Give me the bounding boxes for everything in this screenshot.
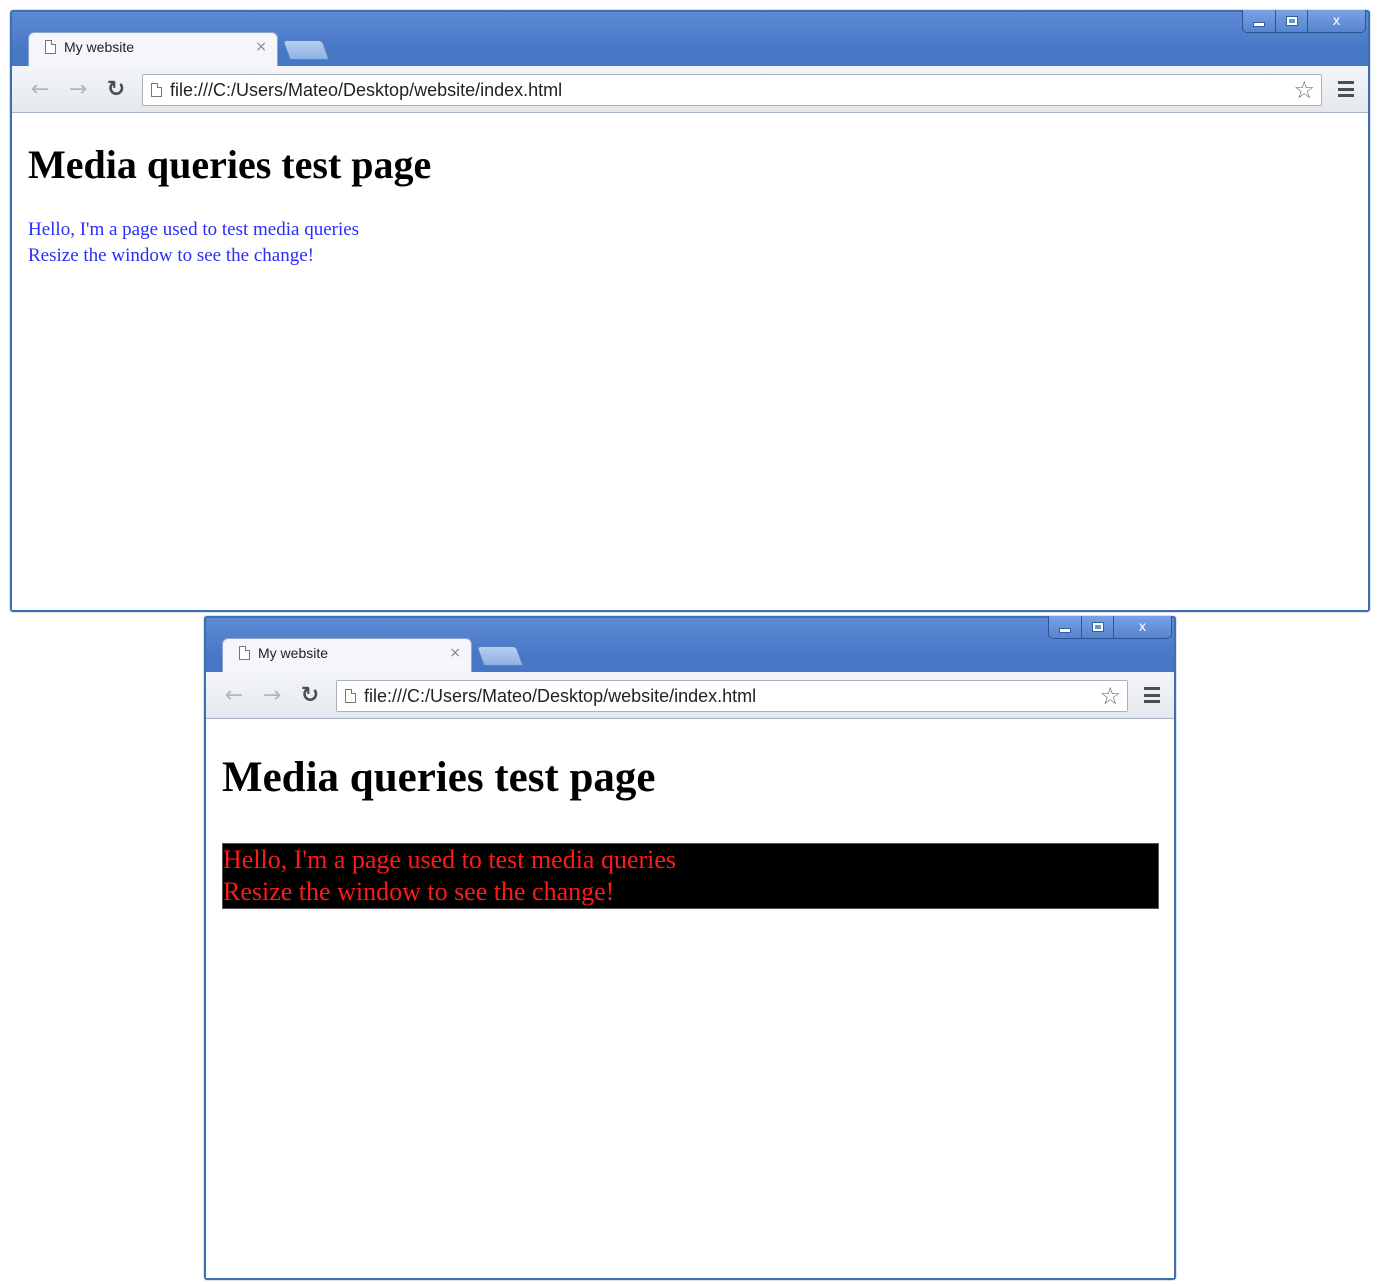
window-controls: x (1242, 10, 1366, 33)
url-text[interactable]: file:///C:/Users/Mateo/Desktop/website/i… (170, 80, 1293, 101)
browser-window-wide: x My website × ← → ↻ file:///C:/Users/Ma… (10, 10, 1370, 612)
maximize-icon (1285, 16, 1298, 26)
tab-my-website[interactable]: My website × (222, 638, 472, 674)
back-arrow-icon[interactable]: ← (220, 682, 248, 708)
url-text[interactable]: file:///C:/Users/Mateo/Desktop/website/i… (364, 686, 1099, 707)
message-line: Resize the window to see the change! (28, 245, 314, 266)
page-heading: Media queries test page (28, 142, 432, 187)
title-bar: x My website × (12, 10, 1368, 68)
reload-icon[interactable]: ↻ (296, 682, 324, 708)
page-heading: Media queries test page (222, 754, 656, 801)
star-icon[interactable]: ☆ (1293, 76, 1315, 104)
page-icon (45, 40, 56, 54)
new-tab-button[interactable] (282, 40, 330, 60)
new-tab-button[interactable] (476, 646, 524, 666)
tab-close-icon[interactable]: × (255, 39, 267, 55)
minimize-icon (1253, 21, 1265, 27)
browser-toolbar: ← → ↻ file:///C:/Users/Mateo/Desktop/web… (12, 66, 1368, 113)
page-icon (345, 689, 356, 703)
close-window-button[interactable]: x (1307, 10, 1365, 32)
message-line: Hello, I'm a page used to test media que… (223, 845, 677, 874)
message-line: Hello, I'm a page used to test media que… (28, 219, 360, 240)
window-controls: x (1048, 616, 1172, 639)
minimize-icon (1059, 627, 1071, 633)
forward-arrow-icon[interactable]: → (258, 682, 286, 708)
minimize-button[interactable] (1243, 10, 1275, 32)
message-line: Resize the window to see the change! (223, 877, 615, 906)
message-box: Hello, I'm a page used to test media que… (222, 843, 1159, 909)
page-icon (239, 646, 250, 660)
tab-my-website[interactable]: My website × (28, 32, 278, 68)
close-window-button[interactable]: x (1113, 616, 1171, 638)
maximize-icon (1091, 622, 1104, 632)
page-viewport: Media queries test page Hello, I'm a pag… (206, 719, 1174, 1278)
address-bar[interactable]: file:///C:/Users/Mateo/Desktop/website/i… (142, 74, 1322, 106)
maximize-button[interactable] (1081, 616, 1113, 638)
reload-icon[interactable]: ↻ (102, 76, 130, 102)
menu-icon[interactable] (1338, 81, 1354, 97)
tab-title: My website (258, 645, 329, 661)
star-icon[interactable]: ☆ (1099, 682, 1121, 710)
browser-window-narrow: x My website × ← → ↻ file:///C:/Users/Ma… (204, 616, 1176, 1280)
forward-arrow-icon[interactable]: → (64, 76, 92, 102)
page-icon (151, 83, 162, 97)
page-viewport: Media queries test page Hello, I'm a pag… (12, 113, 1368, 610)
maximize-button[interactable] (1275, 10, 1307, 32)
title-bar: x My website × (206, 616, 1174, 674)
back-arrow-icon[interactable]: ← (26, 76, 54, 102)
browser-toolbar: ← → ↻ file:///C:/Users/Mateo/Desktop/web… (206, 672, 1174, 719)
address-bar[interactable]: file:///C:/Users/Mateo/Desktop/website/i… (336, 680, 1128, 712)
minimize-button[interactable] (1049, 616, 1081, 638)
menu-icon[interactable] (1144, 687, 1160, 703)
tab-title: My website (64, 39, 135, 55)
tab-close-icon[interactable]: × (449, 645, 461, 661)
message-box: Hello, I'm a page used to test media que… (28, 217, 360, 269)
